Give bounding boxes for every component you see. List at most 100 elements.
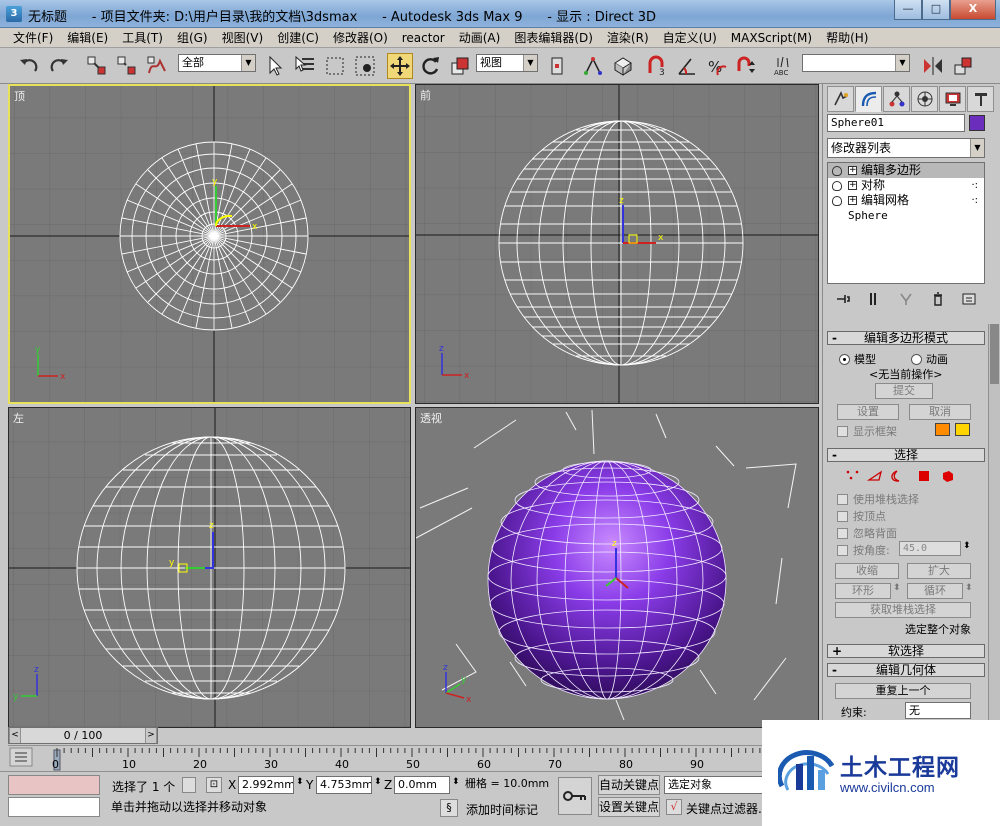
menu-tools[interactable]: 工具(T) (115, 28, 170, 48)
object-name-field[interactable]: Sphere01 (827, 114, 965, 132)
minimize-button[interactable]: — (894, 0, 922, 20)
angle-spinner[interactable]: 45.0 (899, 541, 961, 556)
polygon-icon[interactable] (919, 471, 929, 481)
set-key-big-button[interactable] (558, 777, 592, 815)
menu-graph-editors[interactable]: 图表编辑器(D) (507, 28, 600, 48)
menu-maxscript[interactable]: MAXScript(M) (724, 28, 819, 48)
menu-modifiers[interactable]: 修改器(O) (326, 28, 395, 48)
modifier-list-dropdown[interactable]: 修改器列表 ▼ (827, 138, 985, 158)
snaps-toggle-icon[interactable]: 3 (644, 53, 670, 79)
repeat-last-button[interactable]: 重复上一个 (835, 683, 971, 699)
use-stack-selection-checkbox[interactable]: 使用堆栈选择 (837, 491, 919, 507)
undo-icon[interactable] (16, 53, 42, 79)
redo-icon[interactable] (46, 53, 72, 79)
bind-to-space-warp-icon[interactable] (144, 53, 170, 79)
border-icon[interactable] (891, 470, 900, 482)
select-and-scale-icon[interactable] (447, 53, 473, 79)
animate-radio[interactable]: 动画 (911, 351, 948, 367)
viewport-front[interactable]: 前 z x z x (415, 84, 819, 404)
menu-edit[interactable]: 编辑(E) (60, 28, 115, 48)
reference-coordinate-dropdown[interactable]: 视图 ▼ (476, 54, 538, 72)
menu-animation[interactable]: 动画(A) (452, 28, 508, 48)
menu-customize[interactable]: 自定义(U) (656, 28, 724, 48)
commit-button[interactable]: 提交 (875, 383, 933, 399)
close-button[interactable]: X (950, 0, 996, 20)
z-coordinate-field[interactable]: 0.0mm (394, 776, 450, 794)
hierarchy-tab-icon[interactable] (883, 86, 910, 112)
loop-spinner-icon[interactable]: ⬍ (965, 583, 973, 593)
select-and-move-icon[interactable] (387, 53, 413, 79)
y-spinner-icon[interactable]: ⬍ (374, 777, 382, 787)
selection-filter-dropdown[interactable]: 全部 ▼ (178, 54, 256, 72)
menu-create[interactable]: 创建(C) (270, 28, 326, 48)
sphere-perspective-shaded[interactable] (487, 460, 727, 700)
auto-key-button[interactable]: 自动关键点 (598, 775, 660, 795)
lightbulb-icon[interactable] (832, 195, 842, 206)
edge-icon[interactable] (866, 470, 883, 481)
prev-frame-icon[interactable]: < (9, 728, 21, 743)
ring-button[interactable]: 环形 (835, 583, 891, 599)
menu-file[interactable]: 文件(F) (6, 28, 60, 48)
mirror-icon[interactable] (920, 53, 946, 79)
stack-item-edit-mesh[interactable]: + 编辑网格 ·: (828, 193, 984, 208)
shrink-button[interactable]: 收缩 (835, 563, 899, 579)
viewport-label-left[interactable]: 左 (13, 410, 24, 426)
create-tab-icon[interactable] (827, 86, 854, 112)
stack-item-sphere[interactable]: Sphere (828, 208, 984, 223)
object-color-swatch[interactable] (969, 115, 985, 131)
align-icon[interactable] (950, 53, 976, 79)
time-slider[interactable]: < 0 / 100 > (8, 727, 158, 744)
keyboard-shortcut-override-icon[interactable] (610, 53, 636, 79)
select-and-link-icon[interactable] (84, 53, 110, 79)
display-tab-icon[interactable] (939, 86, 966, 112)
maxscript-listener-white[interactable] (8, 797, 100, 817)
select-by-name-icon[interactable] (292, 53, 318, 79)
command-panel-scrollbar[interactable] (988, 324, 1000, 744)
edit-named-selection-icon[interactable]: ABC (770, 53, 796, 79)
ignore-backfacing-checkbox[interactable]: 忽略背面 (837, 525, 897, 541)
viewport-label-top[interactable]: 顶 (14, 88, 25, 104)
grow-button[interactable]: 扩大 (907, 563, 971, 579)
stack-item-edit-poly[interactable]: + 编辑多边形 (828, 163, 984, 178)
menu-rendering[interactable]: 渲染(R) (600, 28, 656, 48)
cancel-button[interactable]: 取消 (909, 404, 971, 420)
scrollbar-thumb[interactable] (990, 324, 999, 384)
lock-selection-icon[interactable] (182, 777, 196, 793)
expand-plus-icon[interactable]: + (848, 166, 857, 175)
unlink-selection-icon[interactable] (114, 53, 140, 79)
y-coordinate-field[interactable]: 4.753mm (316, 776, 372, 794)
make-unique-icon[interactable] (898, 291, 914, 307)
x-coordinate-field[interactable]: 2.992mm (238, 776, 294, 794)
menu-views[interactable]: 视图(V) (215, 28, 271, 48)
motion-tab-icon[interactable] (911, 86, 938, 112)
key-mode-icon[interactable]: √ (666, 799, 682, 815)
named-selection-dropdown[interactable]: ▼ (802, 54, 910, 72)
cage-selected-color-swatch[interactable] (955, 423, 970, 436)
rollout-selection[interactable]: - 选择 (827, 448, 985, 462)
select-and-rotate-icon[interactable] (417, 53, 443, 79)
window-crossing-icon[interactable] (352, 53, 378, 79)
remove-modifier-icon[interactable] (930, 291, 946, 307)
menu-help[interactable]: 帮助(H) (819, 28, 875, 48)
maximize-button[interactable]: □ (922, 0, 950, 20)
lightbulb-icon[interactable] (832, 165, 842, 176)
stack-item-symmetry[interactable]: + 对称 ·: (828, 178, 984, 193)
show-end-result-icon[interactable] (866, 291, 882, 307)
get-stack-selection-button[interactable]: 获取堆栈选择 (835, 602, 971, 618)
use-pivot-center-icon[interactable] (544, 53, 570, 79)
select-object-icon[interactable] (262, 53, 288, 79)
viewport-left[interactable]: 左 z y z y (8, 407, 411, 728)
rollout-soft-selection[interactable]: + 软选择 (827, 644, 985, 658)
cage-color-swatch[interactable] (935, 423, 950, 436)
viewport-label-perspective[interactable]: 透视 (420, 410, 442, 426)
viewport-top[interactable]: 顶 y x y x (8, 84, 411, 404)
absolute-mode-icon[interactable]: ⊡ (206, 777, 222, 793)
x-spinner-icon[interactable]: ⬍ (296, 777, 304, 787)
vertex-icon[interactable] (846, 470, 859, 480)
utilities-tab-icon[interactable] (967, 86, 994, 112)
time-tag-icon[interactable]: § (440, 799, 458, 817)
menu-group[interactable]: 组(G) (170, 28, 215, 48)
constraints-dropdown[interactable]: 无 (905, 702, 971, 719)
by-angle-checkbox[interactable]: 按角度: (837, 542, 890, 558)
angle-snap-toggle-icon[interactable] (674, 53, 700, 79)
